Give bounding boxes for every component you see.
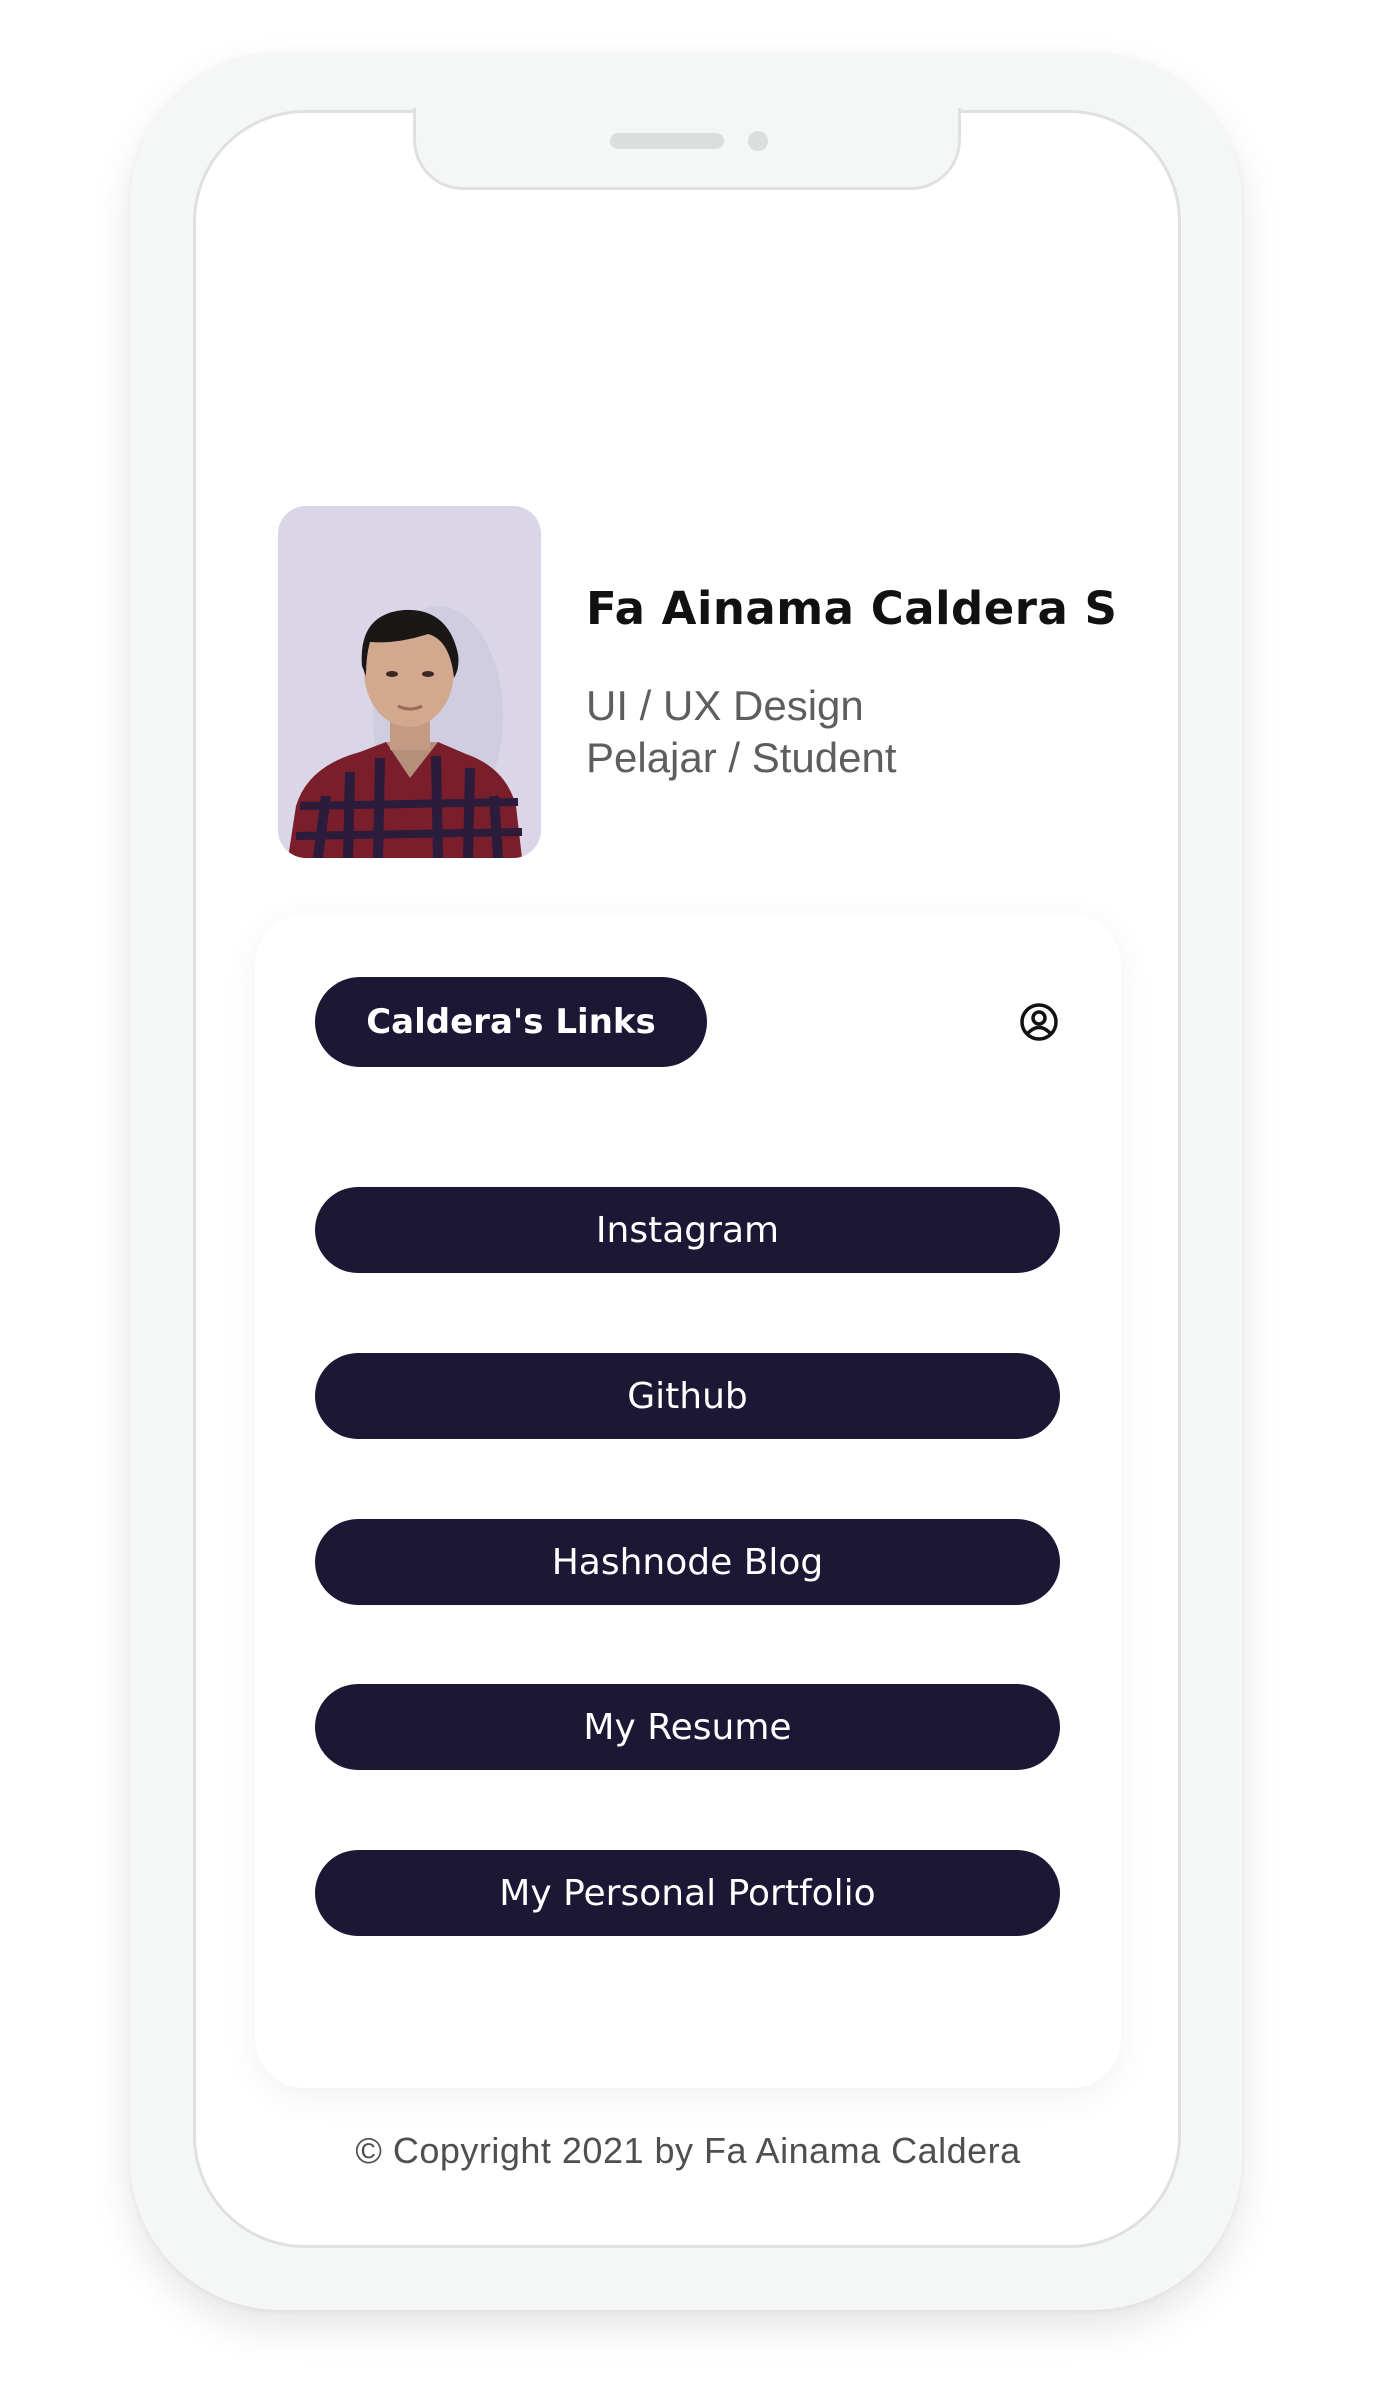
phone-camera xyxy=(748,131,768,151)
profile-role-design: UI / UX Design xyxy=(586,682,864,729)
resume-link-button[interactable]: My Resume xyxy=(315,1684,1060,1770)
github-link-button[interactable]: Github xyxy=(315,1353,1060,1439)
links-card-title: Caldera's Links xyxy=(315,977,707,1067)
profile-photo xyxy=(278,506,541,858)
copyright-text: © Copyright 2021 by Fa Ainama Caldera xyxy=(355,2130,1021,2171)
profile-name: Fa Ainama Caldera S xyxy=(586,582,1118,635)
phone-speaker xyxy=(610,133,724,149)
portfolio-link-button[interactable]: My Personal Portfolio xyxy=(315,1850,1060,1936)
profile-roles: UI / UX Design Pelajar / Student xyxy=(586,680,897,784)
user-circle-icon[interactable] xyxy=(1019,1002,1059,1042)
profile-role-student: Pelajar / Student xyxy=(586,734,897,781)
phone-notch xyxy=(413,108,961,190)
instagram-link-button[interactable]: Instagram xyxy=(315,1187,1060,1273)
hashnode-blog-link-button[interactable]: Hashnode Blog xyxy=(315,1519,1060,1605)
